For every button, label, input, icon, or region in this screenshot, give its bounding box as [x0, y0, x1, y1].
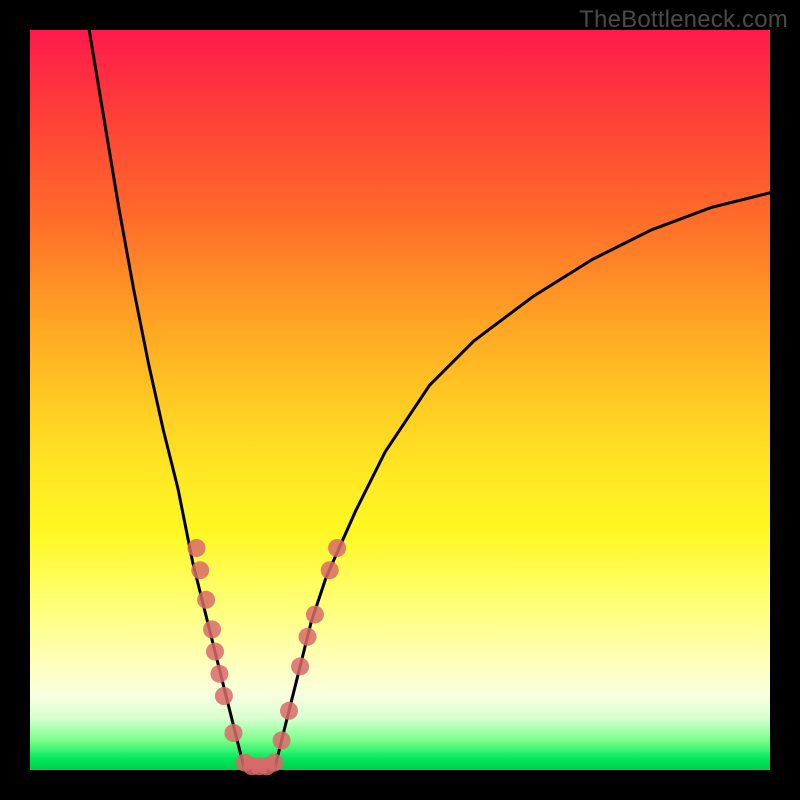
- plot-area: [30, 30, 770, 770]
- data-marker: [306, 606, 324, 624]
- data-marker: [215, 687, 233, 705]
- data-marker: [273, 731, 291, 749]
- data-marker: [291, 657, 309, 675]
- data-marker: [210, 665, 228, 683]
- data-marker: [265, 754, 283, 772]
- watermark-text: TheBottleneck.com: [579, 6, 788, 34]
- data-marker: [197, 591, 215, 609]
- bottleneck-curve: [89, 30, 770, 770]
- data-marker: [280, 702, 298, 720]
- data-marker: [191, 561, 209, 579]
- chart-svg: [30, 30, 770, 770]
- data-marker: [321, 561, 339, 579]
- curve-group: [89, 30, 770, 770]
- data-marker: [188, 539, 206, 557]
- data-marker: [225, 724, 243, 742]
- outer-frame: TheBottleneck.com: [0, 0, 800, 800]
- data-marker: [206, 643, 224, 661]
- data-marker: [203, 620, 221, 638]
- data-marker: [328, 539, 346, 557]
- marker-group: [188, 539, 347, 775]
- data-marker: [299, 628, 317, 646]
